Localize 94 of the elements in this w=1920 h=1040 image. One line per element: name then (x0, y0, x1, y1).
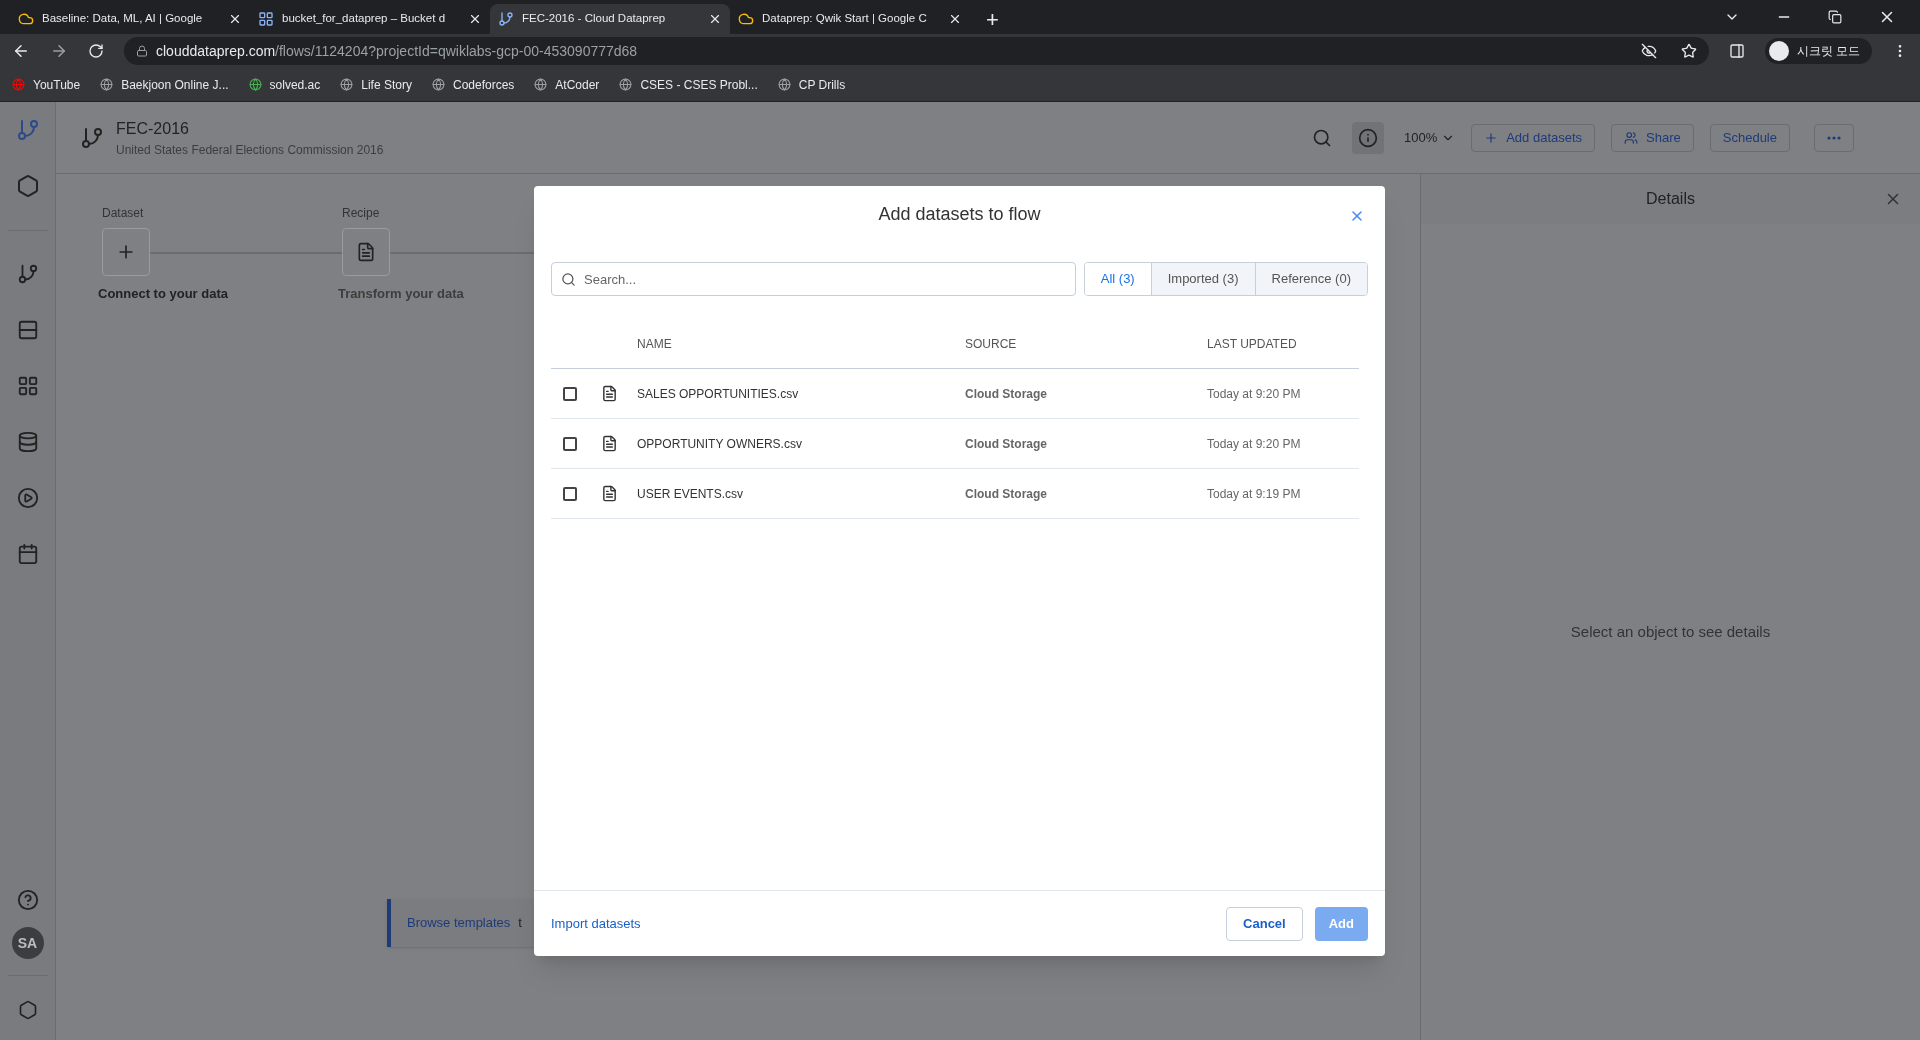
details-title: Details (1646, 189, 1695, 209)
tab-title: Baseline: Data, ML, AI | Google (42, 11, 203, 27)
column-header: NAME (637, 335, 673, 353)
bookmark[interactable]: YouTube (12, 75, 81, 94)
tab-title: Dataprep: Qwik Start | Google C (762, 11, 927, 27)
info-button[interactable] (1351, 121, 1384, 154)
node-label: Dataset (102, 205, 144, 222)
help-icon[interactable] (16, 889, 39, 911)
table-cell-text: Today at 9:20 PM (1207, 435, 1302, 453)
more-icon (1827, 135, 1841, 140)
filter-tab[interactable]: Imported (3) (1150, 263, 1255, 295)
table-cell-text: Today at 9:19 PM (1207, 485, 1302, 503)
dialog-title: Add datasets to flow (878, 202, 1041, 226)
flow-title: FEC-2016 (116, 118, 190, 139)
filter-tab[interactable]: Reference (0) (1254, 263, 1367, 295)
database-icon[interactable] (16, 431, 39, 453)
recipe-node[interactable] (342, 228, 390, 276)
browser-tab[interactable]: bucket_for_dataprep – Bucket d (250, 4, 490, 34)
document-icon (356, 242, 376, 262)
flow-icon (80, 125, 104, 150)
forward-icon[interactable] (50, 42, 68, 60)
column-header: LAST UPDATED (1207, 335, 1298, 353)
site-icon (619, 78, 633, 91)
browser-tab[interactable]: Baseline: Data, ML, AI | Google (10, 4, 250, 34)
plus-icon (1484, 130, 1499, 145)
tab-title: bucket_for_dataprep – Bucket d (282, 11, 446, 27)
info-icon (1357, 127, 1378, 148)
row-checkbox[interactable] (563, 486, 577, 501)
browser-tab[interactable]: Dataprep: Qwik Start | Google C (730, 4, 970, 34)
close-icon[interactable] (948, 12, 962, 26)
site-icon (12, 78, 25, 91)
bookmark[interactable]: AtCoder (534, 75, 600, 94)
side-panel-icon[interactable] (1728, 43, 1745, 59)
flow-subtitle: United States Federal Elections Commission 2016 (116, 141, 384, 159)
table-cell-text: Today at 9:20 PM (1207, 385, 1302, 403)
people-icon (1624, 130, 1639, 145)
bookmark[interactable]: Codeforces (431, 75, 515, 94)
bookmark[interactable]: CSES - CSES Probl... (619, 75, 758, 94)
back-icon[interactable] (12, 42, 30, 60)
search-field[interactable]: Search... (551, 262, 1076, 296)
table-cell-text: Cloud Storage (965, 485, 1048, 503)
browser-tab[interactable]: FEC-2016 - Cloud Dataprep (490, 4, 730, 34)
new-tab-button[interactable]: + (986, 9, 999, 31)
calendar-icon[interactable] (16, 543, 39, 565)
close-icon[interactable] (708, 12, 722, 26)
table-cell-text: SALES OPPORTUNITIES.csv (637, 385, 800, 403)
empty-details-text: Select an object to see details (1570, 621, 1771, 642)
table-cell-text: OPPORTUNITY OWNERS.csv (637, 435, 803, 453)
bookmark[interactable]: CP Drills (777, 75, 846, 94)
cloud-icon (18, 11, 34, 27)
tab-title: FEC-2016 - Cloud Dataprep (522, 11, 666, 27)
search-icon[interactable] (1311, 127, 1332, 148)
url-text: clouddataprep.com/flows/1124204?projectId=qwiklabs-gcp-00-453090777d68 (156, 41, 638, 61)
cancel-button[interactable]: Cancel (1226, 906, 1303, 941)
site-icon (777, 78, 791, 91)
bookmark[interactable]: solved.ac (248, 75, 321, 94)
avatar[interactable]: SA (11, 927, 44, 959)
table-cell-text: Cloud Storage (965, 435, 1048, 453)
node-label: Recipe (342, 205, 380, 222)
table-cell-text: Cloud Storage (965, 385, 1048, 403)
site-icon (340, 78, 354, 91)
file-icon (601, 385, 618, 402)
site-icon (100, 78, 114, 91)
zoom-dropdown[interactable]: 100% (1403, 127, 1456, 148)
flow-icon[interactable] (16, 263, 39, 285)
profile-button[interactable]: 시크릿 모드 (1764, 38, 1872, 64)
close-icon[interactable] (468, 12, 482, 26)
node-caption: Connect to your data (98, 285, 228, 303)
eye-off-icon[interactable] (1640, 43, 1657, 59)
row-checkbox[interactable] (563, 436, 577, 451)
node-caption: Transform your data (338, 285, 464, 303)
reload-icon[interactable] (88, 43, 104, 59)
add-node[interactable] (102, 228, 150, 276)
bookmark[interactable]: Life Story (340, 75, 412, 94)
lock-icon (136, 45, 148, 57)
cloud-icon (738, 11, 754, 27)
play-icon[interactable] (16, 487, 39, 509)
import-datasets-link[interactable]: Import datasets (551, 913, 641, 934)
banner-text: t (518, 914, 522, 933)
close-icon[interactable] (228, 12, 242, 26)
restore-icon[interactable] (1828, 10, 1842, 24)
search-icon (561, 272, 576, 287)
table-cell-text: USER EVENTS.csv (637, 485, 745, 503)
file-icon (601, 485, 618, 502)
column-header: SOURCE (965, 335, 1018, 353)
site-icon (248, 78, 262, 91)
star-icon[interactable] (1680, 43, 1697, 59)
grid-icon[interactable] (16, 375, 39, 397)
row-checkbox[interactable] (563, 386, 577, 401)
file-icon (601, 435, 618, 452)
bookmark[interactable]: Baekjoon Online J... (100, 75, 229, 94)
site-icon (431, 78, 445, 91)
site-icon (534, 78, 548, 91)
address-bar[interactable]: clouddataprep.com/flows/1124204?projectId=qwiklabs-gcp-00-453090777d68 (124, 37, 1709, 65)
